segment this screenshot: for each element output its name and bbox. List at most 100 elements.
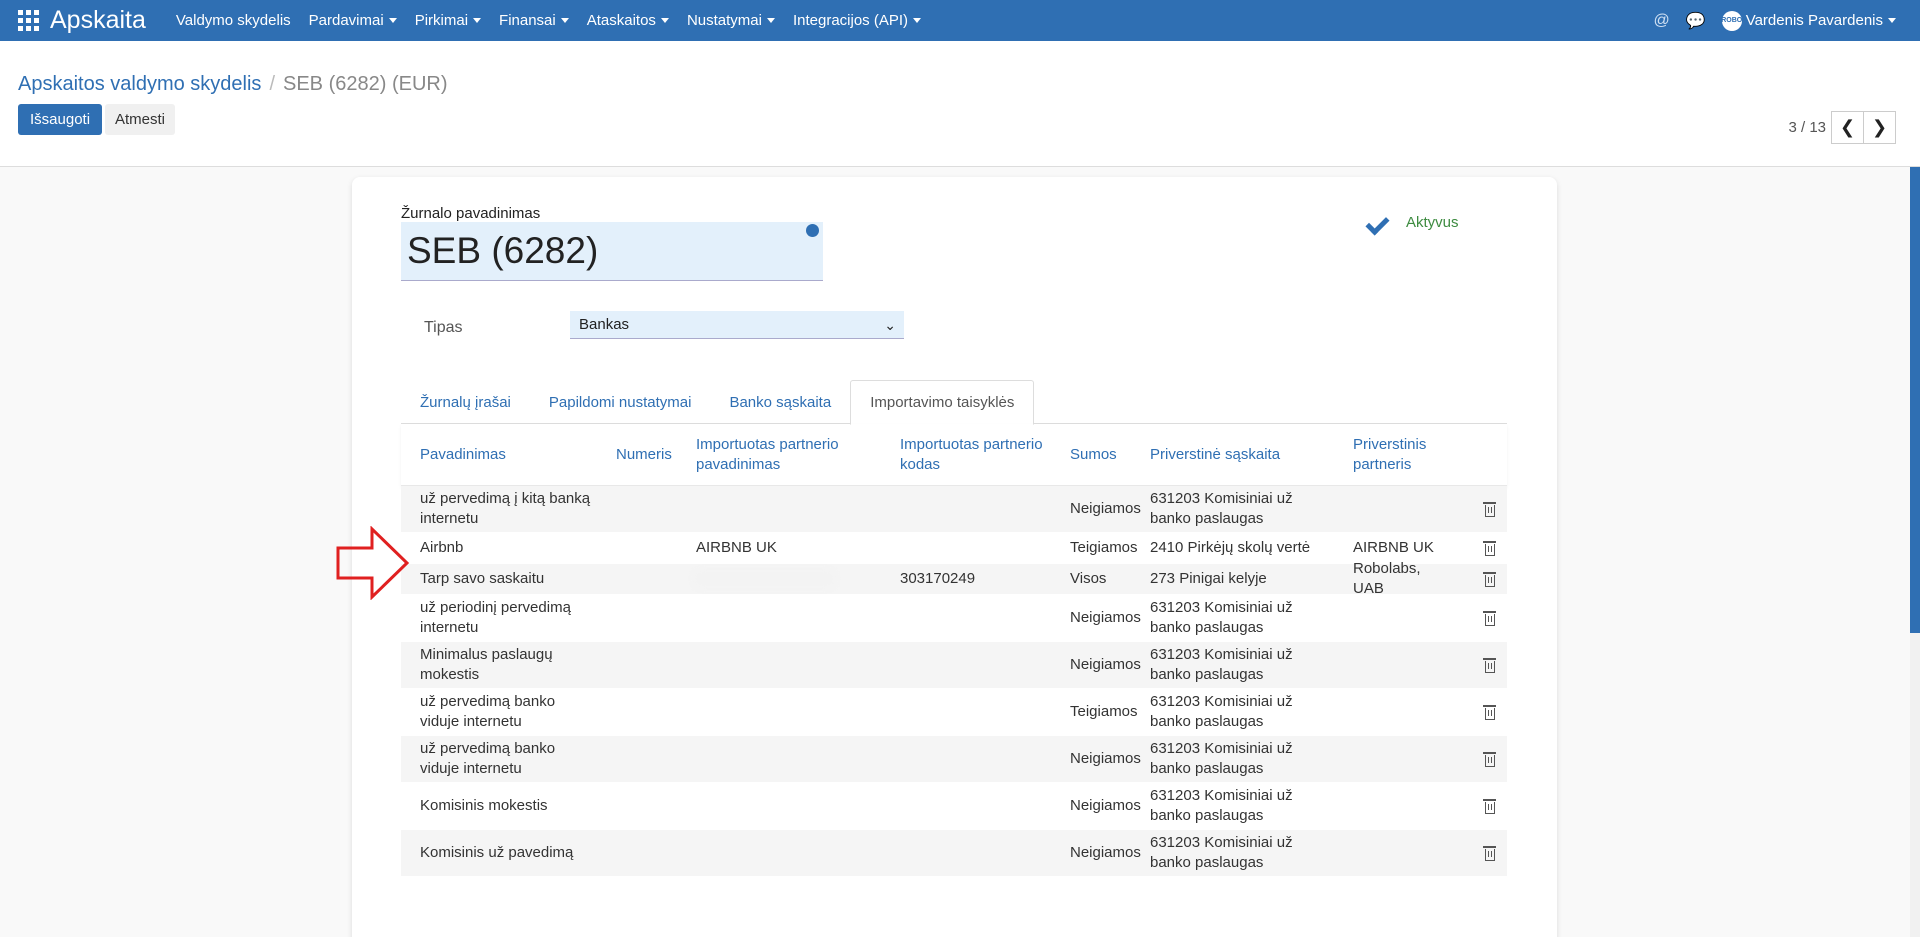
table-cell-name: už pervedimą į kitą banką internetu [420, 490, 591, 527]
table-cell-sums: Neigiamos [1070, 844, 1141, 861]
table-cell-sums: Teigiamos [1070, 539, 1138, 556]
discard-button[interactable]: Atmesti [105, 104, 176, 135]
tab-1[interactable]: Žurnalų įrašai [401, 380, 530, 424]
table-cell-name: Komisinis už pavedimą [420, 844, 574, 861]
pager-next-button[interactable]: ❯ [1863, 111, 1896, 144]
chevron-down-icon [913, 18, 922, 23]
nav-menu-label: Finansai [499, 12, 556, 29]
table-cell-account: 2410 Pirkėjų skolų vertė [1150, 539, 1311, 556]
table-row[interactable]: už pervedimą banko viduje internetu Neigi… [401, 736, 1507, 783]
table-cell-name: Tarp savo saskaitu [420, 570, 545, 587]
table-cell-account: 631203 Komisiniai už banko paslaugas [1150, 834, 1293, 871]
trash-icon [1483, 571, 1496, 587]
table-cell-account: 631203 Komisiniai už banko paslaugas [1150, 787, 1293, 824]
main-menu: Valdymo skydelis Pardavimai Pirkimai Finans… [176, 12, 939, 29]
avatar[interactable]: ROBO [1721, 10, 1742, 31]
chevron-down-icon: ⌄ [884, 317, 896, 333]
import-rules-table: Pavadinimas Numeris Importuotas partnerio … [401, 424, 1507, 877]
table-row[interactable]: Komisinis mokestis Neigiamos 631203 Komisi… [401, 783, 1507, 830]
column-header[interactable]: Pavadinimas [401, 445, 597, 465]
type-select-value: Bankas [579, 316, 630, 333]
column-header[interactable]: Importuotas partnerio pavadinimas [677, 435, 881, 475]
nav-menu-item[interactable]: Nustatymai [687, 12, 775, 29]
active-toggle-button[interactable]: Aktyvus [1368, 211, 1459, 233]
nav-menu-item[interactable]: Valdymo skydelis [176, 12, 291, 29]
table-cell-name: Airbnb [420, 539, 464, 556]
arrow-right-icon [336, 526, 410, 600]
breadcrumb-parent-link[interactable]: Apskaitos valdymo skydelis [18, 73, 261, 96]
delete-row-button[interactable] [1454, 571, 1507, 587]
chevron-down-icon [388, 18, 397, 23]
journal-name-input[interactable]: SEB (6282) [401, 222, 823, 281]
trash-icon [1483, 657, 1496, 673]
chevron-left-icon: ❮ [1839, 117, 1856, 137]
app-brand[interactable]: Apskaita [50, 6, 146, 35]
journal-name-value: SEB (6282) [407, 230, 599, 271]
table-cell-account: 273 Pinigai kelyje [1150, 570, 1267, 587]
at-icon[interactable]: @ [1654, 12, 1670, 30]
table-cell-sums: Teigiamos [1070, 703, 1138, 720]
nav-menu-label: Integracijos (API) [792, 12, 909, 29]
column-header[interactable]: Sumos [1051, 445, 1131, 465]
table-cell-partner: Robolabs, UAB [1353, 560, 1421, 597]
table-cell-sums: Neigiamos [1070, 609, 1141, 626]
notebook-tabs: Žurnalų įrašai Papildomi nustatymai Banko … [401, 380, 1507, 425]
type-select[interactable]: Bankas ⌄ [570, 311, 904, 339]
table-row[interactable]: Komisinis už pavedimą Neigiamos 631203 Kom… [401, 830, 1507, 877]
apps-grid-icon[interactable] [18, 9, 40, 32]
table-row[interactable]: už periodinį pervedimą internetu Neigiamo… [401, 595, 1507, 642]
table-row[interactable]: Minimalus paslaugų mokestis Neigiamos 6312… [401, 642, 1507, 689]
tab-4[interactable]: Importavimo taisyklės [850, 380, 1035, 425]
tab-3[interactable]: Banko sąskaita [710, 380, 850, 424]
scrollbar-thumb[interactable] [1910, 167, 1920, 633]
table-row[interactable]: už pervedimą banko viduje internetu Teigi… [401, 689, 1507, 736]
table-cell-account: 631203 Komisiniai už banko paslaugas [1150, 599, 1293, 636]
user-menu[interactable]: Vardenis Pavardenis [1746, 12, 1883, 29]
trash-icon [1483, 610, 1496, 626]
delete-row-button[interactable] [1454, 610, 1507, 626]
table-header: Pavadinimas Numeris Importuotas partnerio … [401, 424, 1507, 486]
delete-row-button[interactable] [1454, 657, 1507, 673]
nav-menu-item[interactable]: Finansai [499, 12, 569, 29]
delete-row-button[interactable] [1454, 845, 1507, 861]
chevron-down-icon [560, 18, 569, 23]
column-header[interactable]: Priverstinis partneris [1334, 435, 1454, 475]
delete-row-button[interactable] [1454, 751, 1507, 767]
table-cell-partner-code: 303170249 [900, 570, 976, 587]
chevron-down-icon[interactable] [1888, 18, 1896, 23]
table-cell-sums: Neigiamos [1070, 500, 1141, 517]
pager: 3 / 13 ❮ ❯ [1788, 111, 1896, 144]
table-cell-sums: Neigiamos [1070, 797, 1141, 814]
top-navbar: Apskaita Valdymo skydelis Pardavimai Pirki… [0, 0, 1920, 41]
delete-row-button[interactable] [1454, 704, 1507, 720]
active-label: Aktyvus [1406, 213, 1459, 231]
delete-row-button[interactable] [1454, 501, 1507, 517]
navbar-right: @ 💬 ROBO Vardenis Pavardenis [1654, 0, 1896, 41]
control-panel: Apskaitos valdymo skydelis / SEB (6282) … [0, 41, 1920, 167]
pager-value[interactable]: 3 / 13 [1788, 119, 1826, 136]
tab-2[interactable]: Papildomi nustatymai [530, 380, 711, 424]
delete-row-button[interactable] [1454, 540, 1507, 556]
trash-icon [1483, 798, 1496, 814]
globe-icon[interactable] [806, 224, 819, 237]
nav-menu-label: Ataskaitos [586, 12, 656, 29]
pager-previous-button[interactable]: ❮ [1831, 111, 1864, 144]
nav-menu-item[interactable]: Pirkimai [415, 12, 482, 29]
nav-menu-item[interactable]: Ataskaitos [587, 12, 669, 29]
page-scrollbar[interactable] [1910, 167, 1920, 937]
table-row[interactable]: Tarp savo saskaitu 303170249 Visos 273 Pini… [401, 560, 1507, 597]
table-body: už pervedimą į kitą banką internetu Neigi… [401, 486, 1507, 877]
save-button[interactable]: Išsaugoti [18, 104, 103, 135]
column-header[interactable]: Importuotas partnerio kodas [881, 435, 1051, 475]
table-cell-sums: Visos [1070, 570, 1107, 587]
chevron-down-icon [660, 18, 669, 23]
delete-row-button[interactable] [1454, 798, 1507, 814]
nav-menu-item[interactable]: Pardavimai [309, 12, 397, 29]
column-header[interactable]: Numeris [597, 445, 677, 465]
nav-menu-item[interactable]: Integracijos (API) [792, 12, 922, 29]
chat-icon[interactable]: 💬 [1686, 11, 1706, 31]
journal-name-label: Žurnalo pavadinimas [401, 205, 541, 222]
nav-menu-label: Nustatymai [686, 12, 762, 29]
table-row[interactable]: už pervedimą į kitą banką internetu Neigi… [401, 486, 1507, 533]
column-header[interactable]: Priverstinė sąskaita [1131, 445, 1334, 465]
